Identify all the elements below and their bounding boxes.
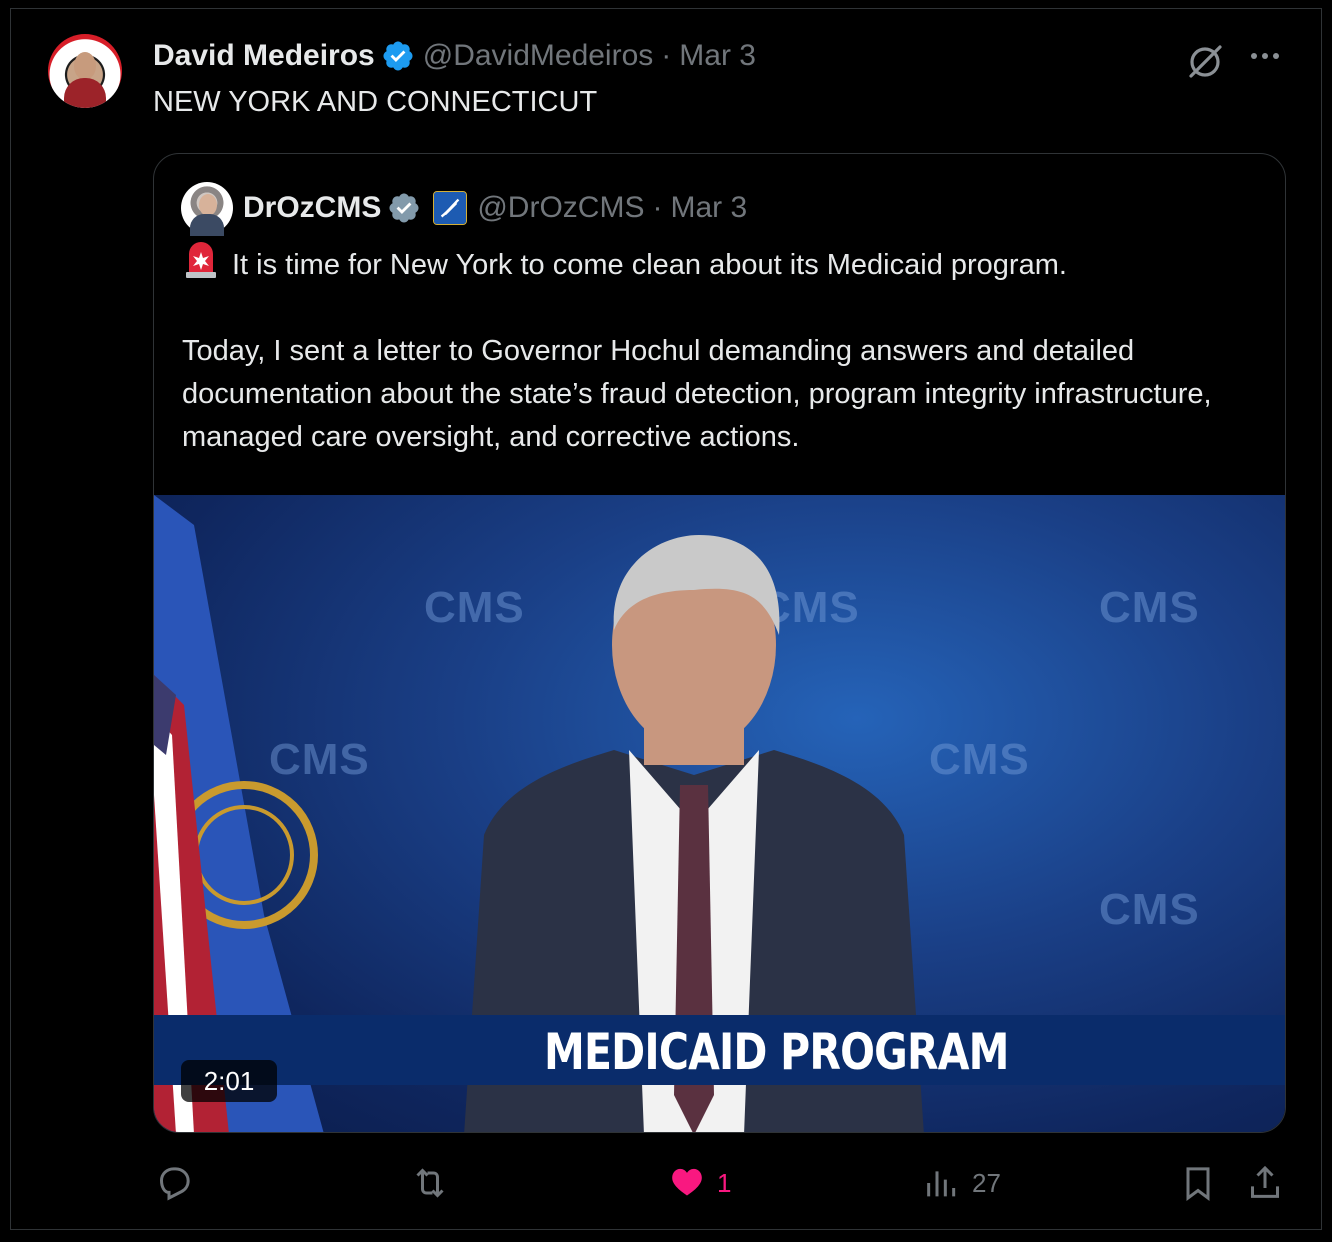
share-button[interactable] — [1245, 1155, 1285, 1211]
quoted-post[interactable]: DrOzCMS @DrOzCMS · Mar 3 It is time for … — [153, 153, 1286, 1133]
post-text: NEW YORK AND CONNECTICUT — [153, 86, 598, 118]
separator-dot: · — [661, 39, 672, 72]
video-duration: 2:01 — [181, 1060, 277, 1102]
author-avatar[interactable] — [48, 34, 122, 108]
siren-emoji-icon — [186, 242, 216, 278]
post-header: David Medeiros @DavidMedeiros · Mar 3 — [153, 36, 756, 76]
quoted-post-date: Mar 3 — [670, 191, 748, 224]
reply-button[interactable] — [154, 1155, 194, 1211]
cms-backdrop-logo: CMS — [1099, 885, 1200, 934]
action-bar: 1 27 — [0, 1155, 1332, 1211]
more-options-icon[interactable] — [1247, 44, 1283, 68]
bookmark-button[interactable] — [1178, 1155, 1218, 1211]
author-name[interactable]: David Medeiros — [153, 39, 375, 73]
bookmark-icon — [1186, 1167, 1210, 1201]
reply-icon — [159, 1167, 190, 1201]
grok-icon[interactable] — [1184, 40, 1226, 82]
views-count: 27 — [972, 1167, 1001, 1198]
author-handle[interactable]: @DavidMedeiros — [423, 39, 654, 73]
post-date[interactable]: Mar 3 — [679, 39, 756, 73]
like-button[interactable]: 1 — [667, 1155, 731, 1211]
repost-icon — [416, 1168, 444, 1198]
cms-backdrop-logo: CMS — [929, 735, 1030, 784]
video-banner-text: MEDICAID PROGRAM — [544, 1023, 1009, 1081]
video-player[interactable]: CMS CMS CMS CMS CMS CMS MEDICAID PROGRAM… — [154, 495, 1285, 1132]
quoted-post-paragraph-2: Today, I sent a letter to Governor Hochu… — [182, 335, 1212, 453]
repost-button[interactable] — [410, 1155, 450, 1211]
like-count: 1 — [717, 1167, 732, 1198]
quoted-author-name[interactable]: DrOzCMS — [243, 191, 381, 225]
verified-badge-icon[interactable] — [381, 39, 415, 73]
quoted-post-line-1: It is time for New York to come clean ab… — [232, 249, 1067, 281]
quoted-post-text: It is time for New York to come clean ab… — [182, 242, 1272, 459]
frame-edge — [0, 1230, 1332, 1242]
separator-dot: · — [652, 191, 663, 224]
video-banner: MEDICAID PROGRAM — [154, 1015, 1285, 1085]
views-icon — [927, 1171, 956, 1197]
quoted-post-header: DrOzCMS @DrOzCMS · Mar 3 — [243, 188, 747, 228]
share-icon — [1251, 1165, 1279, 1198]
quoted-author-handle[interactable]: @DrOzCMS — [477, 191, 644, 225]
views-button[interactable]: 27 — [922, 1155, 1001, 1211]
quoted-author-avatar[interactable] — [181, 182, 233, 236]
verified-badge-icon[interactable] — [387, 191, 421, 225]
hhs-affiliation-icon[interactable] — [433, 191, 468, 225]
cms-backdrop-logo: CMS — [1099, 583, 1200, 632]
heart-icon — [672, 1168, 702, 1196]
